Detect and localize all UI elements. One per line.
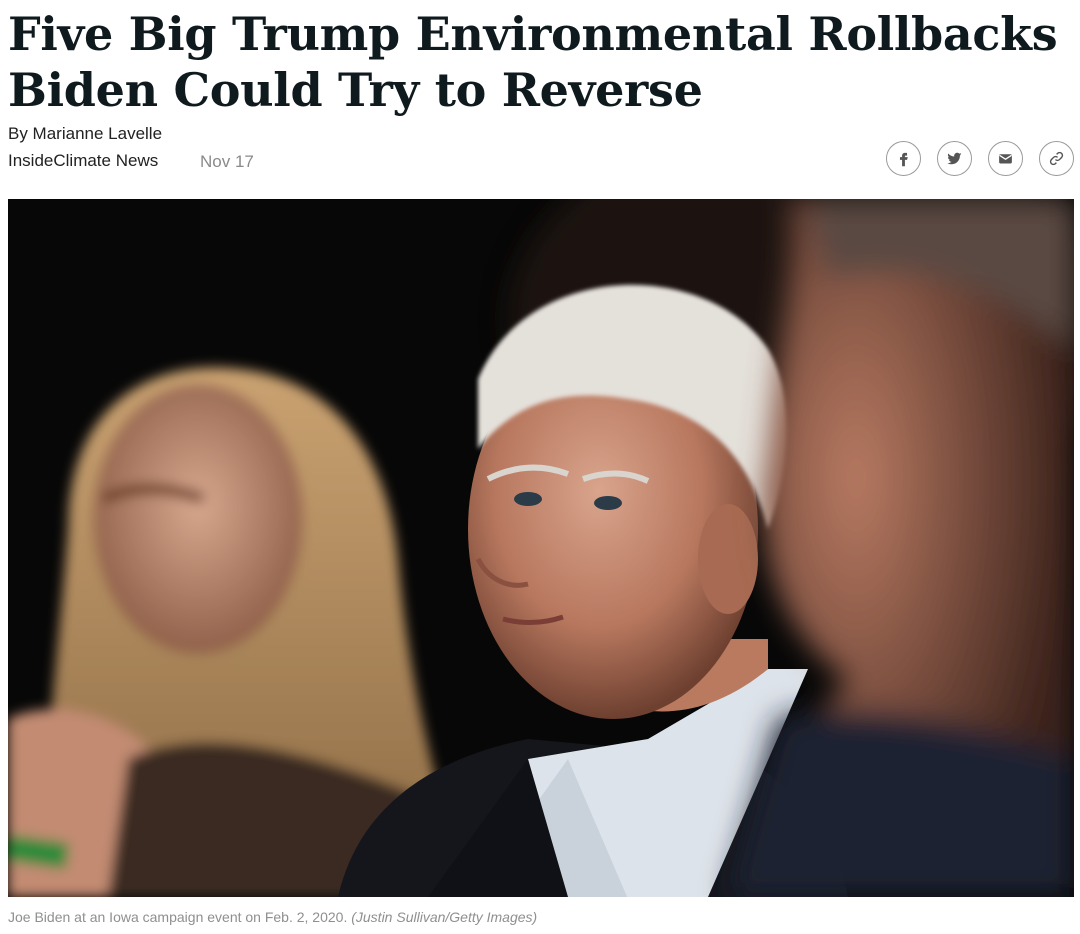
publication-name[interactable]: InsideClimate News bbox=[8, 150, 158, 172]
share-facebook-button[interactable] bbox=[886, 141, 921, 176]
caption-text: Joe Biden at an Iowa campaign event on F… bbox=[8, 909, 348, 925]
link-icon bbox=[1049, 151, 1064, 166]
photo-caption: Joe Biden at an Iowa campaign event on F… bbox=[8, 908, 537, 926]
email-icon bbox=[999, 154, 1012, 164]
byline[interactable]: By Marianne Lavelle bbox=[8, 123, 162, 145]
article-photo[interactable] bbox=[8, 199, 1074, 897]
copy-link-button[interactable] bbox=[1039, 141, 1074, 176]
twitter-icon bbox=[947, 152, 962, 165]
photo-illustration bbox=[8, 199, 1074, 897]
publish-date: Nov 17 bbox=[200, 152, 254, 171]
share-email-button[interactable] bbox=[988, 141, 1023, 176]
share-buttons bbox=[886, 141, 1074, 176]
share-twitter-button[interactable] bbox=[937, 141, 972, 176]
article-headline: Five Big Trump Environmental Rollbacks B… bbox=[8, 7, 1058, 117]
photo-credit: (Justin Sullivan/Getty Images) bbox=[351, 909, 538, 925]
facebook-icon bbox=[899, 152, 908, 167]
